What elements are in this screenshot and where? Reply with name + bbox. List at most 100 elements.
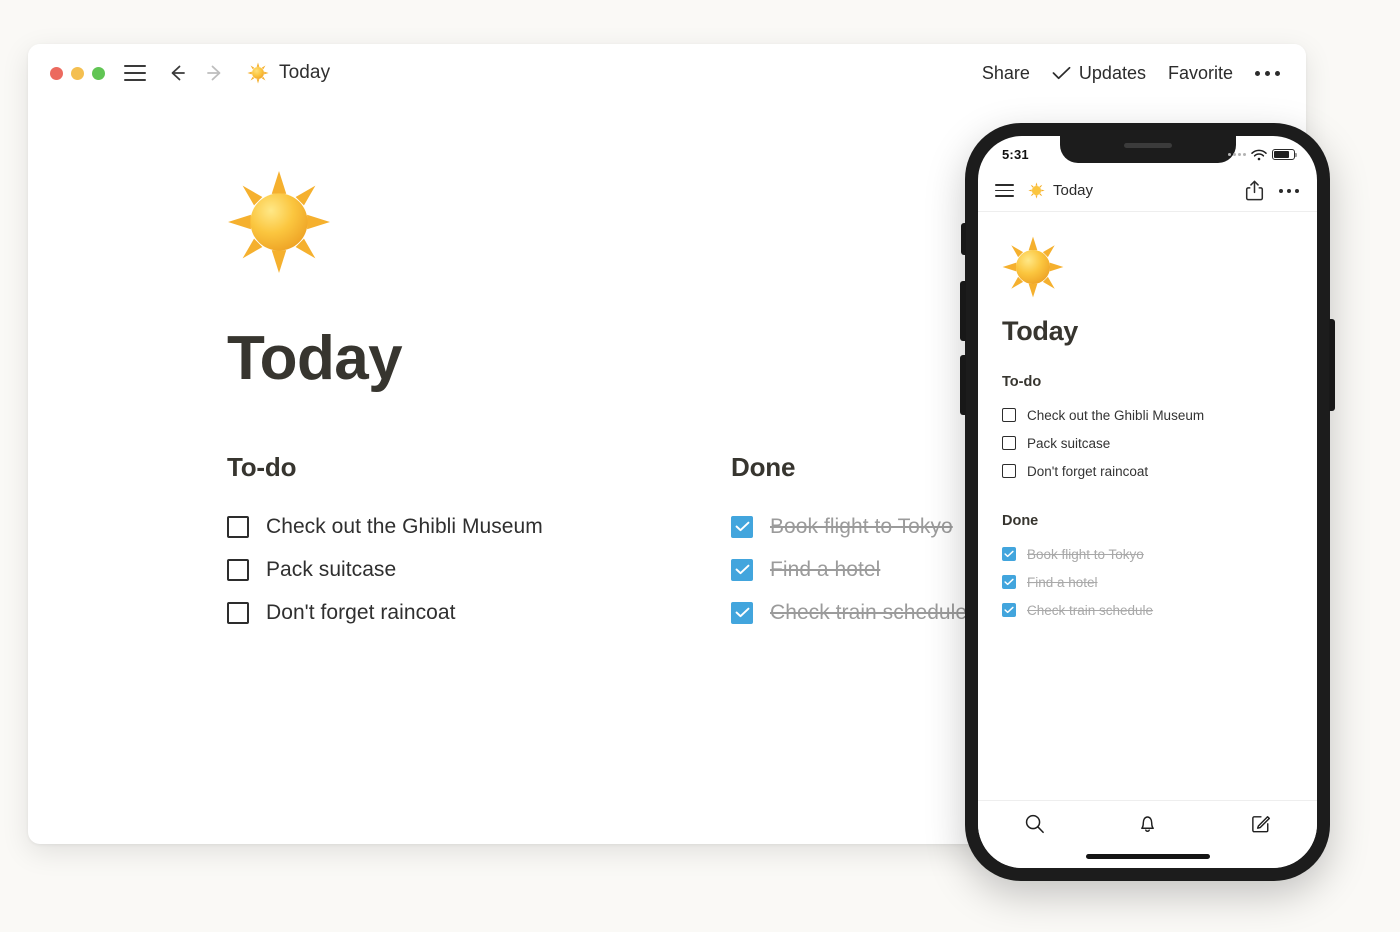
phone-todo-heading: To-do xyxy=(1002,374,1042,390)
signal-dot xyxy=(1233,153,1236,156)
task-checkbox-checked[interactable] xyxy=(1002,547,1016,561)
check-icon xyxy=(735,564,749,575)
task-checkbox-checked[interactable] xyxy=(1002,575,1016,589)
phone-mockup: 5:31 Today Today To-do Check out the Ghi… xyxy=(960,123,1335,881)
task-label: Check out the Ghibli Museum xyxy=(266,514,543,538)
share-button-label: Share xyxy=(981,62,1030,83)
phone-done-section: Done Book flight to Tokyo Find a hotel C… xyxy=(1002,513,1317,624)
check-icon xyxy=(1004,606,1014,614)
tab-notifications[interactable] xyxy=(1091,813,1204,834)
phone-screen: 5:31 Today Today To-do Check out the Ghi… xyxy=(978,136,1317,868)
home-indicator xyxy=(1085,854,1210,859)
arrow-left-icon[interactable] xyxy=(165,61,189,85)
tab-search[interactable] xyxy=(978,813,1091,834)
maximize-window-button[interactable] xyxy=(92,66,105,80)
breadcrumb[interactable]: Today xyxy=(247,62,330,84)
task-row[interactable]: Don't forget raincoat xyxy=(1002,457,1317,485)
task-label: Book flight to Tokyo xyxy=(1027,546,1144,562)
task-row[interactable]: Check out the Ghibli Museum xyxy=(227,505,731,548)
task-row[interactable]: Pack suitcase xyxy=(227,548,731,591)
task-row[interactable]: Don't forget raincoat xyxy=(227,591,731,634)
search-icon xyxy=(1025,814,1044,834)
hamburger-bar xyxy=(124,65,146,67)
task-label: Book flight to Tokyo xyxy=(770,514,953,538)
task-checkbox[interactable] xyxy=(227,601,249,624)
ellipsis-dot xyxy=(1287,188,1291,193)
signal-dot xyxy=(1238,153,1241,156)
share-icon[interactable] xyxy=(1245,180,1264,201)
hamburger-icon[interactable] xyxy=(124,65,146,81)
task-label: Check train schedule xyxy=(1027,602,1154,618)
updates-button-label: Updates xyxy=(1078,62,1146,83)
breadcrumb-label: Today xyxy=(279,62,331,83)
sun-emoji xyxy=(1028,182,1045,199)
task-row[interactable]: Find a hotel xyxy=(1002,568,1317,596)
task-label: Check out the Ghibli Museum xyxy=(1027,407,1205,423)
signal-dot xyxy=(1243,153,1246,156)
ellipsis-dot xyxy=(1275,70,1280,76)
favorite-button[interactable]: Favorite xyxy=(1168,63,1233,84)
task-label: Pack suitcase xyxy=(266,557,397,581)
phone-breadcrumb[interactable]: Today xyxy=(1028,182,1093,199)
task-row[interactable]: Check train schedule xyxy=(1002,596,1317,624)
check-icon xyxy=(735,521,749,532)
task-label: Check train schedule xyxy=(770,600,968,624)
task-checkbox-checked[interactable] xyxy=(731,558,753,581)
ellipsis-dot xyxy=(1279,188,1283,193)
task-checkbox[interactable] xyxy=(1002,436,1016,450)
task-checkbox-checked[interactable] xyxy=(1002,603,1016,617)
todo-column-heading: To-do xyxy=(227,452,297,482)
battery-level xyxy=(1274,151,1289,158)
phone-page-title[interactable]: Today xyxy=(1002,316,1317,347)
phone-volume-up-button[interactable] xyxy=(960,281,966,341)
hamburger-bar xyxy=(995,184,1014,186)
task-row[interactable]: Book flight to Tokyo xyxy=(1002,540,1317,568)
task-label: Don't forget raincoat xyxy=(266,600,456,624)
page-cover-sun-emoji[interactable] xyxy=(1002,236,1064,298)
check-icon xyxy=(1004,578,1014,586)
phone-todo-section: To-do Check out the Ghibli Museum Pack s… xyxy=(1002,374,1317,485)
phone-silent-switch[interactable] xyxy=(961,223,966,255)
arrow-right-icon[interactable] xyxy=(203,61,227,85)
phone-breadcrumb-label: Today xyxy=(1053,182,1094,199)
titlebar-actions: Share Updates Favorite xyxy=(982,63,1280,84)
wifi-icon xyxy=(1251,149,1267,160)
cellular-signal-icon xyxy=(1228,153,1246,156)
task-checkbox-checked[interactable] xyxy=(731,601,753,624)
signal-dot xyxy=(1228,153,1231,156)
minimize-window-button[interactable] xyxy=(71,66,84,80)
share-button[interactable]: Share xyxy=(982,63,1030,84)
task-row[interactable]: Pack suitcase xyxy=(1002,429,1317,457)
updates-button[interactable]: Updates xyxy=(1052,63,1146,84)
phone-volume-down-button[interactable] xyxy=(960,355,966,415)
ellipsis-dot xyxy=(1295,188,1299,193)
check-icon xyxy=(1052,66,1071,80)
task-label: Find a hotel xyxy=(1027,574,1098,590)
favorite-button-label: Favorite xyxy=(1167,62,1233,83)
status-bar-time: 5:31 xyxy=(1002,146,1029,162)
desktop-titlebar: Today Share Updates Favorite xyxy=(28,44,1306,102)
task-checkbox[interactable] xyxy=(227,558,249,581)
page-cover-sun-emoji[interactable] xyxy=(227,170,331,274)
task-checkbox[interactable] xyxy=(227,515,249,538)
ellipsis-dot xyxy=(1265,70,1270,76)
task-checkbox-checked[interactable] xyxy=(731,515,753,538)
task-label: Don't forget raincoat xyxy=(1027,463,1149,479)
task-label: Pack suitcase xyxy=(1027,435,1111,451)
battery-icon xyxy=(1272,149,1297,160)
phone-power-button[interactable] xyxy=(1329,319,1335,411)
task-checkbox[interactable] xyxy=(1002,408,1016,422)
ellipsis-icon[interactable] xyxy=(1255,67,1280,80)
close-window-button[interactable] xyxy=(50,66,63,80)
navigation-arrows xyxy=(165,61,227,85)
tab-compose[interactable] xyxy=(1204,813,1317,834)
task-checkbox[interactable] xyxy=(1002,464,1016,478)
compose-icon xyxy=(1252,816,1270,833)
phone-tab-bar xyxy=(978,800,1317,868)
task-row[interactable]: Check out the Ghibli Museum xyxy=(1002,401,1317,429)
hamburger-icon[interactable] xyxy=(995,184,1014,197)
ellipsis-icon[interactable] xyxy=(1279,188,1299,193)
todo-column: To-do Check out the Ghibli Museum Pack s… xyxy=(227,452,731,634)
phone-status-bar: 5:31 xyxy=(978,136,1317,170)
phone-done-heading: Done xyxy=(1002,513,1039,529)
